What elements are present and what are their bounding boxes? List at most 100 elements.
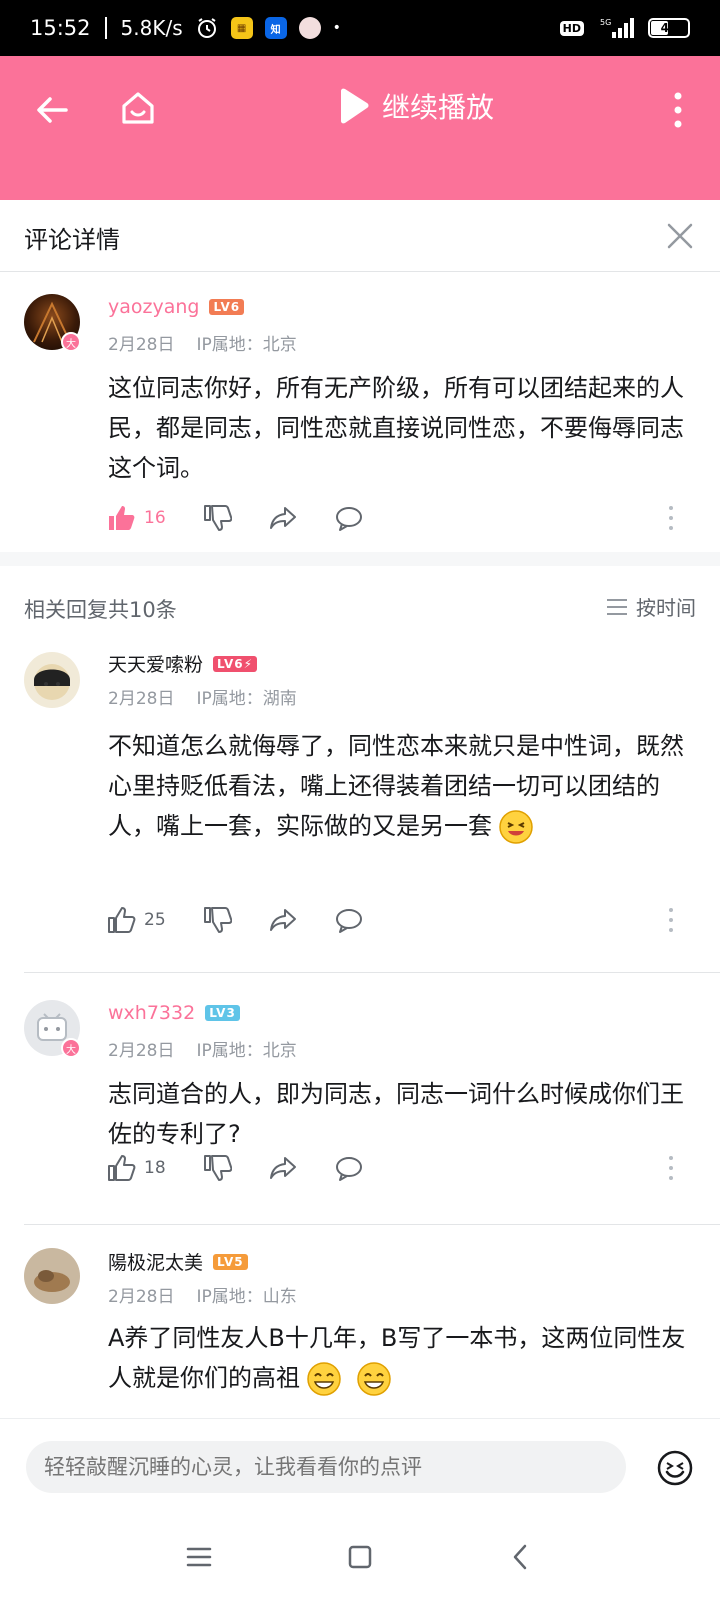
like-count: 25 <box>144 910 166 930</box>
close-icon[interactable] <box>666 222 694 250</box>
reply-button[interactable] <box>334 905 364 935</box>
comment-input[interactable] <box>26 1441 626 1493</box>
ip-location: IP属地：北京 <box>196 1041 297 1061</box>
avatar[interactable] <box>24 652 80 708</box>
laughing-emoji-icon <box>307 1362 341 1396</box>
username[interactable]: 陽极泥太美 <box>108 1248 203 1275</box>
play-icon <box>341 88 369 124</box>
dislike-button[interactable] <box>202 503 232 533</box>
status-separator <box>104 17 107 39</box>
ip-location: IP属地：北京 <box>196 335 297 355</box>
back-icon[interactable] <box>504 1540 538 1574</box>
laughing-emoji-icon <box>357 1362 391 1396</box>
grinning-emoji-icon <box>499 810 533 844</box>
level-badge: LV5 <box>213 1253 248 1270</box>
alarm-icon <box>197 18 216 38</box>
share-button[interactable] <box>268 1153 298 1183</box>
reply-button[interactable] <box>334 503 364 533</box>
share-icon <box>269 1157 296 1179</box>
back-arrow-icon[interactable] <box>30 88 74 132</box>
emoji-icon[interactable] <box>656 1449 694 1487</box>
ip-location: IP属地：湖南 <box>196 689 297 709</box>
thumbs-down-icon <box>203 1155 232 1181</box>
main-comment: 大 yaozyang LV6 2月28日 IP属地：北京 这位同志你好，所有无产… <box>0 272 720 552</box>
share-button[interactable] <box>268 503 298 533</box>
username[interactable]: wxh7332 <box>108 1002 195 1024</box>
reply-item: 大 wxh7332 LV3 2月28日 IP属地：北京 志同道合的人，即为同志，… <box>0 978 720 1200</box>
username[interactable]: yaozyang <box>108 296 199 318</box>
thumbs-down-icon <box>203 907 232 933</box>
comment-body: A养了同性友人B十几年，B写了一本书，这两位同性友人就是你们的高祖 <box>108 1324 686 1392</box>
divider <box>24 1224 720 1225</box>
thumbs-up-icon <box>108 1155 136 1181</box>
more-vertical-icon[interactable] <box>666 88 690 132</box>
network-type: 5G <box>600 18 611 27</box>
reply-item: 天天爱嗦粉 LV6⚡ 2月28日 IP属地：湖南 不知道怎么就侮辱了，同性恋本来… <box>0 636 720 952</box>
avatar-image <box>34 664 70 700</box>
like-button[interactable]: 25 <box>106 905 166 935</box>
profile-notification-icon <box>298 17 321 39</box>
divider <box>24 972 720 973</box>
system-nav-bar <box>0 1514 720 1600</box>
zhihu-icon: 知 <box>264 17 287 39</box>
level-badge: LV3 <box>205 1005 240 1021</box>
comment-date: 2月28日 <box>108 335 175 355</box>
ip-location: IP属地：山东 <box>196 1287 297 1307</box>
comment-date: 2月28日 <box>108 1287 175 1307</box>
comment-text: 这位同志你好，所有无产阶级，所有可以团结起来的人民，都是同志，同性恋就直接说同性… <box>108 374 684 482</box>
avatar[interactable] <box>24 1248 80 1304</box>
signal-icon: 5G <box>600 18 634 38</box>
continue-play-label: 继续播放 <box>382 91 495 124</box>
username[interactable]: 天天爱嗦粉 <box>108 650 203 677</box>
menu-icon[interactable] <box>182 1540 216 1574</box>
dislike-button[interactable] <box>202 905 232 935</box>
share-icon <box>269 909 296 931</box>
status-time: 15:52 <box>30 16 91 40</box>
level-badge: LV6⚡ <box>213 655 258 672</box>
continue-play-button[interactable]: 继续播放 <box>336 86 494 126</box>
battery-icon: 45 <box>648 18 690 38</box>
replies-header: 相关回复共10条 按时间 <box>0 580 720 636</box>
more-vertical-icon[interactable] <box>668 906 674 934</box>
more-vertical-icon[interactable] <box>668 504 674 532</box>
comment-text: A养了同性友人B十几年，B写了一本书，这两位同性友人就是你们的高祖 <box>108 1318 688 1398</box>
more-vertical-icon[interactable] <box>668 1154 674 1182</box>
like-button[interactable]: 16 <box>106 503 166 533</box>
comment-date: 2月28日 <box>108 1041 175 1061</box>
dislike-button[interactable] <box>202 1153 232 1183</box>
comment-detail-bar: 评论详情 <box>0 200 720 272</box>
battery-percent: 45 <box>660 21 678 35</box>
comment-input-bar <box>0 1418 720 1514</box>
like-count: 18 <box>144 1158 166 1178</box>
sort-label: 按时间 <box>636 596 696 620</box>
comment-text: 不知道怎么就侮辱了，同性恋本来就只是中性词，既然心里持贬低看法，嘴上还得装着团结… <box>108 726 688 846</box>
section-divider <box>0 552 720 566</box>
comment-icon <box>335 1157 362 1181</box>
like-button[interactable]: 18 <box>106 1153 166 1183</box>
comment-icon <box>335 909 362 933</box>
thumbs-up-filled-icon <box>109 506 135 530</box>
share-button[interactable] <box>268 905 298 935</box>
app-notification-icon: ▦ <box>230 17 253 39</box>
level-badge: LV6 <box>209 299 245 315</box>
avatar-image <box>34 1270 70 1292</box>
reply-item: 陽极泥太美 LV5 2月28日 IP属地：山东 A养了同性友人B十几年，B写了一… <box>0 1226 720 1416</box>
share-icon <box>269 507 296 529</box>
comment-body: 不知道怎么就侮辱了，同性恋本来就只是中性词，既然心里持贬低看法，嘴上还得装着团结… <box>108 732 684 840</box>
vip-badge-icon: 大 <box>61 332 81 352</box>
dot-icon: • <box>332 20 341 36</box>
thumbs-down-icon <box>203 505 232 531</box>
list-icon <box>607 598 627 615</box>
video-header: 继续播放 <box>0 56 720 200</box>
status-bar: 15:52 5.8K/s ▦ 知 • HD 5G 45 <box>0 0 720 56</box>
thumbs-up-icon <box>108 907 136 933</box>
network-speed: 5.8K/s <box>120 16 183 40</box>
reply-button[interactable] <box>334 1153 364 1183</box>
like-count: 16 <box>144 508 166 528</box>
sort-by-time-button[interactable]: 按时间 <box>606 592 696 621</box>
comment-text: 志同道合的人，即为同志，同志一词什么时候成你们王佐的专利了? <box>108 1080 684 1148</box>
home-square-icon[interactable] <box>343 1540 377 1574</box>
home-icon[interactable] <box>116 86 160 130</box>
vip-badge-icon: 大 <box>61 1038 81 1058</box>
comment-date: 2月28日 <box>108 689 175 709</box>
